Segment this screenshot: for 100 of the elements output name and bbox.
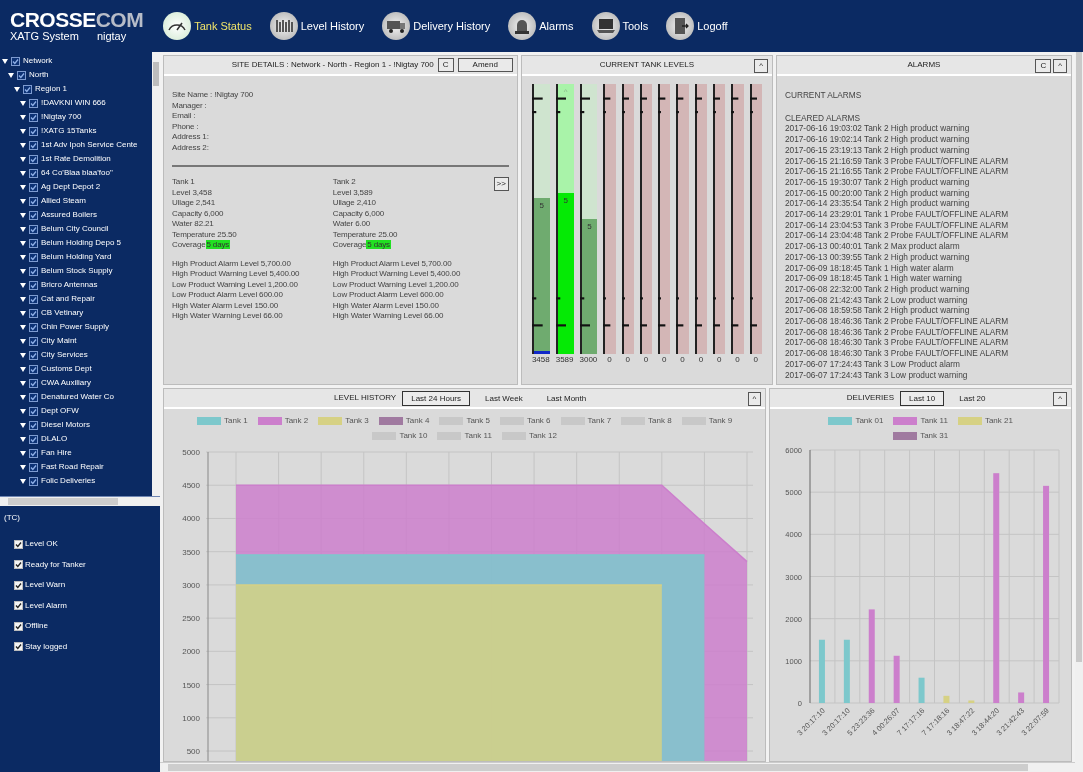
tank-reading: Water 82.21 [172,219,215,230]
marker-text: ^ [562,86,569,98]
alarm-entry: 2017-06-15 00:20:00 Tank 2 High product warning [784,187,971,199]
tank-reading: Level 3,458 [172,187,213,198]
alarm-entry: 2017-06-07 17:24:43 Tank 3 Low Product alarm [784,358,962,370]
alarm-entry: 2017-06-08 18:46:36 Tank 2 Probe FAULT/OFFLINE ALARM [784,326,1010,338]
legend-label: Tank 12 [528,430,557,442]
coverage-value: 5 days [366,240,391,249]
coverage-value: 5 days [205,240,231,249]
threshold-text: High Water Alarm Level 150.00 [172,300,280,311]
alarm-entry: 2017-06-09 18:18:45 Tank 1 High water alarm [784,262,955,274]
checkbox-label: Stay logged [25,640,68,653]
alarm-entry: 2017-06-14 23:35:54 Tank 2 High product warning [784,198,971,210]
alarm-entry: 2017-06-09 18:18:45 Tank 1 High water warning [784,273,963,284]
user-name: nigtay [96,30,127,43]
section-heading: CURRENT ALARMS [784,90,863,101]
alarm-entry: 2017-06-15 21:16:59 Tank 3 Probe FAULT/OFFLINE ALARM [784,155,1010,167]
panel-title: SITE DETAILS : Network - North - Region 1 - !Nigtay 700 [231,59,434,71]
checkbox-label: Ready for Tanker [25,558,86,571]
info-text: Site Name : !Nigtay 700 [172,90,255,101]
alarm-entry: 2017-06-16 19:03:02 Tank 2 High product warning [784,123,971,135]
legend-label: Tank 10 [399,430,428,442]
level-reading: 0 [752,354,759,366]
legend-label: Tank 6 [526,415,551,427]
legend-label: Tank 4 [405,415,430,427]
info-text: Address 1: [172,132,210,143]
tank-reading: Water 6.00 [332,219,372,230]
axis-label: 500 [186,747,200,757]
tank-reading: Level 3,589 [332,187,374,198]
tank-reading: Capacity 6,000 [172,208,225,219]
tank-reading: Temperature 25.00 [332,229,399,240]
panel-title: LEVEL HISTORY [334,392,397,404]
threshold-text: Low Product Warning Level 1,200.00 [172,279,299,290]
axis-label: 1000 [182,713,200,723]
level-reading: 0 [734,354,741,366]
legend-label: Tank 1 [224,415,248,427]
legend-label: Tank 11 [464,430,492,442]
threshold-text: Low Product Warning Level 1,200.00 [332,279,460,290]
axis-label: 1500 [182,680,200,690]
checkbox-label: Level Warn [25,579,66,592]
legend-label: Tank 21 [984,415,1013,427]
level-reading: 0 [661,354,668,366]
alarm-entry: 2017-06-15 23:19:13 Tank 2 High product warning [784,144,971,156]
alarm-entry: 2017-06-14 23:04:53 Tank 3 Probe FAULT/OFFLINE ALARM [784,219,1010,231]
axis-label: 4500 [182,481,200,491]
level-reading: 0 [624,354,631,366]
brand-logo: CROSSECOM [10,9,144,31]
tank-reading: Capacity 6,000 [332,208,386,219]
alarm-entry: 2017-06-13 00:39:55 Tank 2 High product warning [784,251,971,263]
axis-label: 2000 [182,647,200,657]
threshold-text: High Water Warning Level 66.00 [332,311,445,322]
alarm-entry: 2017-06-08 18:46:30 Tank 3 Probe FAULT/OFFLINE ALARM [784,348,1010,359]
level-reading: 0 [679,354,686,366]
alarm-entry: 2017-06-13 00:40:01 Tank 2 Max product alarm [784,241,961,252]
panel-title: DELIVERIES [846,392,894,404]
level-reading: 3458 [531,354,550,366]
tank-name: Tank 1 [172,177,196,188]
alarm-entry: 2017-06-14 23:29:01 Tank 1 Probe FAULT/OFFLINE ALARM [784,209,1010,220]
threshold-text: High Product Warning Level 5,400.00 [172,269,301,280]
legend-label: Tank 8 [648,415,672,427]
legend-label: Tank 31 [920,430,949,442]
level-reading: 3589 [555,354,574,366]
alarm-entry: 2017-06-15 19:30:07 Tank 2 High product warning [784,176,971,188]
alarm-entry: 2017-06-08 21:42:43 Tank 2 Low product warning [784,294,969,306]
axis-label: 3000 [182,580,200,590]
level-reading: 0 [715,354,723,366]
days-text: 5 [586,221,593,233]
level-reading: 3000 [579,354,598,366]
legend-label: Tank 7 [587,415,612,427]
level-reading: 0 [697,354,705,366]
legend-title: (TC) [4,512,21,524]
threshold-text: Low Product Alarm Level 600.00 [172,290,284,301]
axis-label: 4000 [182,514,200,524]
alarm-entry: 2017-06-07 17:24:43 Tank 3 Low product warning [784,369,969,381]
legend-label: Tank 9 [708,415,733,427]
alarm-entry: 2017-06-08 18:46:36 Tank 2 Probe FAULT/OFFLINE ALARM [784,316,1010,327]
coverage-label: Coverage [332,240,367,249]
coverage-label: Coverage [172,240,206,249]
tank-name: Tank 2 [332,177,357,188]
axis-label: 5000 [182,448,200,457]
info-text: Email : [172,111,197,122]
legend-label: Tank 2 [284,415,309,427]
system-name: XATG System [10,30,79,43]
axis-label: 2500 [182,614,200,624]
tank-reading: Temperature 25.50 [172,229,238,240]
legend-label: Tank 11 [920,415,948,427]
alarm-entry: 2017-06-08 22:32:00 Tank 2 High product warning [784,283,971,295]
alarm-entry: 2017-06-08 18:59:58 Tank 2 High product warning [784,305,971,317]
days-text: 5 [562,194,569,207]
panel-title: ALARMS [907,59,941,71]
threshold-text: High Product Alarm Level 5,700.00 [172,258,292,269]
panel-title: CURRENT TANK LEVELS [599,59,695,71]
legend-label: Tank 5 [466,415,490,427]
legend-label: Tank 01 [855,415,884,427]
threshold-text: High Water Warning Level 66.00 [172,311,284,322]
info-text: Manager : [172,100,208,111]
level-reading: 0 [642,354,650,366]
threshold-text: High Product Warning Level 5,400.00 [332,269,462,280]
info-text: Address 2: [172,142,210,153]
legend-label: Tank 3 [345,415,369,427]
